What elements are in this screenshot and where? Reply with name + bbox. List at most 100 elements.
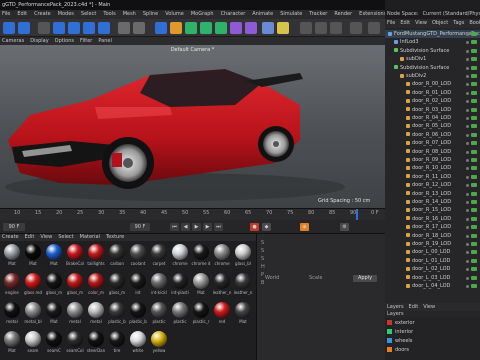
redo-icon[interactable] xyxy=(18,22,30,34)
tree-node[interactable]: door_R_08_LOD xyxy=(385,148,480,156)
enable-check-icon[interactable] xyxy=(471,200,477,204)
enable-check-icon[interactable] xyxy=(471,82,477,87)
material-swatch[interactable]: chrome d xyxy=(191,243,211,271)
undo-icon[interactable] xyxy=(3,22,15,34)
material-swatch[interactable]: glass_m xyxy=(65,272,85,300)
material-menu-item[interactable]: View xyxy=(40,234,52,241)
material-swatch[interactable]: yellow xyxy=(149,330,169,358)
menu-item[interactable]: File xyxy=(2,10,10,19)
material-swatch[interactable]: plastic xyxy=(170,301,190,329)
enable-check-icon[interactable] xyxy=(471,132,477,137)
tree-node[interactable]: door_R_09_LOD xyxy=(385,156,480,164)
material-swatch[interactable]: int xyxy=(128,272,148,300)
play-icon[interactable]: ▶ xyxy=(192,223,201,231)
material-swatch[interactable]: Mat xyxy=(191,272,211,300)
tree-node[interactable]: door_R_11_LOD xyxy=(385,173,480,181)
material-swatch[interactable]: metal_bl xyxy=(23,301,43,329)
material-menu-item[interactable]: Texture xyxy=(106,234,124,241)
menu-item[interactable]: Tracker xyxy=(309,10,327,19)
visibility-dots-icon[interactable] xyxy=(466,108,469,112)
material-swatch[interactable]: color_m xyxy=(86,272,106,300)
material-swatch[interactable]: steerDan xyxy=(86,330,106,358)
visibility-dots-icon[interactable] xyxy=(466,33,469,36)
snap-icon[interactable] xyxy=(300,22,312,34)
visibility-dots-icon[interactable] xyxy=(466,75,469,78)
viewport-menu-item[interactable]: Display xyxy=(30,37,48,45)
visibility-dots-icon[interactable] xyxy=(466,125,469,129)
menu-item[interactable]: Create xyxy=(34,10,51,19)
workplane-icon[interactable] xyxy=(315,22,327,34)
next-frame-icon[interactable]: ▶ xyxy=(203,223,212,231)
visibility-dots-icon[interactable] xyxy=(466,150,469,154)
tree-node[interactable]: door_R_05_LOD xyxy=(385,122,480,130)
enable-check-icon[interactable] xyxy=(471,166,477,171)
enable-check-icon[interactable] xyxy=(471,158,477,162)
apply-button[interactable]: Apply xyxy=(353,275,377,282)
tree-node[interactable]: door_R_12_LOD xyxy=(385,181,480,189)
material-swatch[interactable]: int-plasti xyxy=(170,272,190,300)
enable-check-icon[interactable] xyxy=(471,74,477,78)
material-menu-item[interactable]: Select xyxy=(58,234,73,241)
tree-node[interactable]: door_R_14_LOD xyxy=(385,198,480,206)
prev-frame-icon[interactable]: ◀ xyxy=(181,223,190,231)
layer-row[interactable]: interior xyxy=(387,328,413,336)
visibility-dots-icon[interactable] xyxy=(466,251,469,255)
viewport-menu-item[interactable]: Panel xyxy=(98,37,112,45)
visibility-dots-icon[interactable] xyxy=(466,167,469,171)
enable-check-icon[interactable] xyxy=(471,174,477,179)
menu-item[interactable]: Tools xyxy=(103,10,115,19)
material-swatch[interactable]: carbon xyxy=(107,243,127,271)
material-swatch[interactable]: Mat xyxy=(23,243,43,271)
material-swatch[interactable]: seamCol xyxy=(65,330,85,358)
tree-node[interactable]: door_R_13_LOD xyxy=(385,190,480,198)
enable-check-icon[interactable] xyxy=(471,32,477,36)
playhead[interactable] xyxy=(356,209,358,220)
menu-item[interactable]: Extensions xyxy=(359,10,385,19)
enable-check-icon[interactable] xyxy=(471,233,477,238)
enable-check-icon[interactable] xyxy=(471,208,477,213)
material-swatch[interactable]: taillights xyxy=(86,243,106,271)
layers-tab-item[interactable]: Layers xyxy=(387,311,404,318)
keyframe-icon[interactable]: ◆ xyxy=(262,223,271,231)
material-swatch[interactable]: plastic xyxy=(149,301,169,329)
visibility-dots-icon[interactable] xyxy=(466,175,469,179)
select-tool-icon[interactable] xyxy=(38,22,50,34)
material-swatch[interactable]: coolant xyxy=(128,243,148,271)
timeline[interactable]: 10 15 20 25 30 35 40 45 50 55 60 65 70 75 80 85 90 0 F xyxy=(0,208,385,220)
enable-check-icon[interactable] xyxy=(471,124,477,129)
enable-check-icon[interactable] xyxy=(471,57,477,62)
visibility-dots-icon[interactable] xyxy=(466,100,469,104)
tree-node[interactable]: door_L_00_LOD xyxy=(385,248,480,256)
material-swatch[interactable]: plastic_b xyxy=(128,301,148,329)
enable-check-icon[interactable] xyxy=(471,191,477,196)
material-swatch[interactable]: Mat xyxy=(44,243,64,271)
viewport[interactable] xyxy=(0,45,385,208)
menu-item[interactable]: Volume xyxy=(165,10,184,19)
enable-check-icon[interactable] xyxy=(471,149,477,154)
tree-node[interactable]: door_R_06_LOD xyxy=(385,131,480,139)
move-tool-icon[interactable] xyxy=(53,22,65,34)
spline-icon[interactable] xyxy=(170,22,182,34)
material-swatch[interactable]: Mat xyxy=(233,301,253,329)
current-frame-field[interactable]: 90 F xyxy=(3,223,25,231)
menu-item[interactable]: Mesh xyxy=(123,10,136,19)
enable-check-icon[interactable] xyxy=(471,250,477,255)
layers-menu-item[interactable]: View xyxy=(423,303,435,311)
material-swatch[interactable]: Mat xyxy=(2,243,22,271)
auto-key-icon[interactable]: ◉ xyxy=(300,223,309,231)
visibility-dots-icon[interactable] xyxy=(466,133,469,137)
visibility-dots-icon[interactable] xyxy=(466,201,469,204)
tree-node[interactable]: Subdivision Surface xyxy=(385,47,480,55)
go-to-start-icon[interactable]: ⏮ xyxy=(170,223,179,231)
tree-node[interactable]: door_R_17_LOD xyxy=(385,223,480,231)
layers-menu-item[interactable]: Layers xyxy=(387,303,404,311)
object-menu-item[interactable]: Object xyxy=(432,19,448,28)
tree-node[interactable]: door_L_03_LOD xyxy=(385,274,480,282)
layers-menu-item[interactable]: Edit xyxy=(409,303,419,311)
enable-check-icon[interactable] xyxy=(471,90,477,95)
visibility-dots-icon[interactable] xyxy=(466,142,469,146)
material-swatch[interactable]: leather_n xyxy=(212,272,232,300)
visibility-dots-icon[interactable] xyxy=(466,217,469,221)
material-menu-item[interactable]: Edit xyxy=(25,234,35,241)
search-icon[interactable] xyxy=(368,22,380,34)
